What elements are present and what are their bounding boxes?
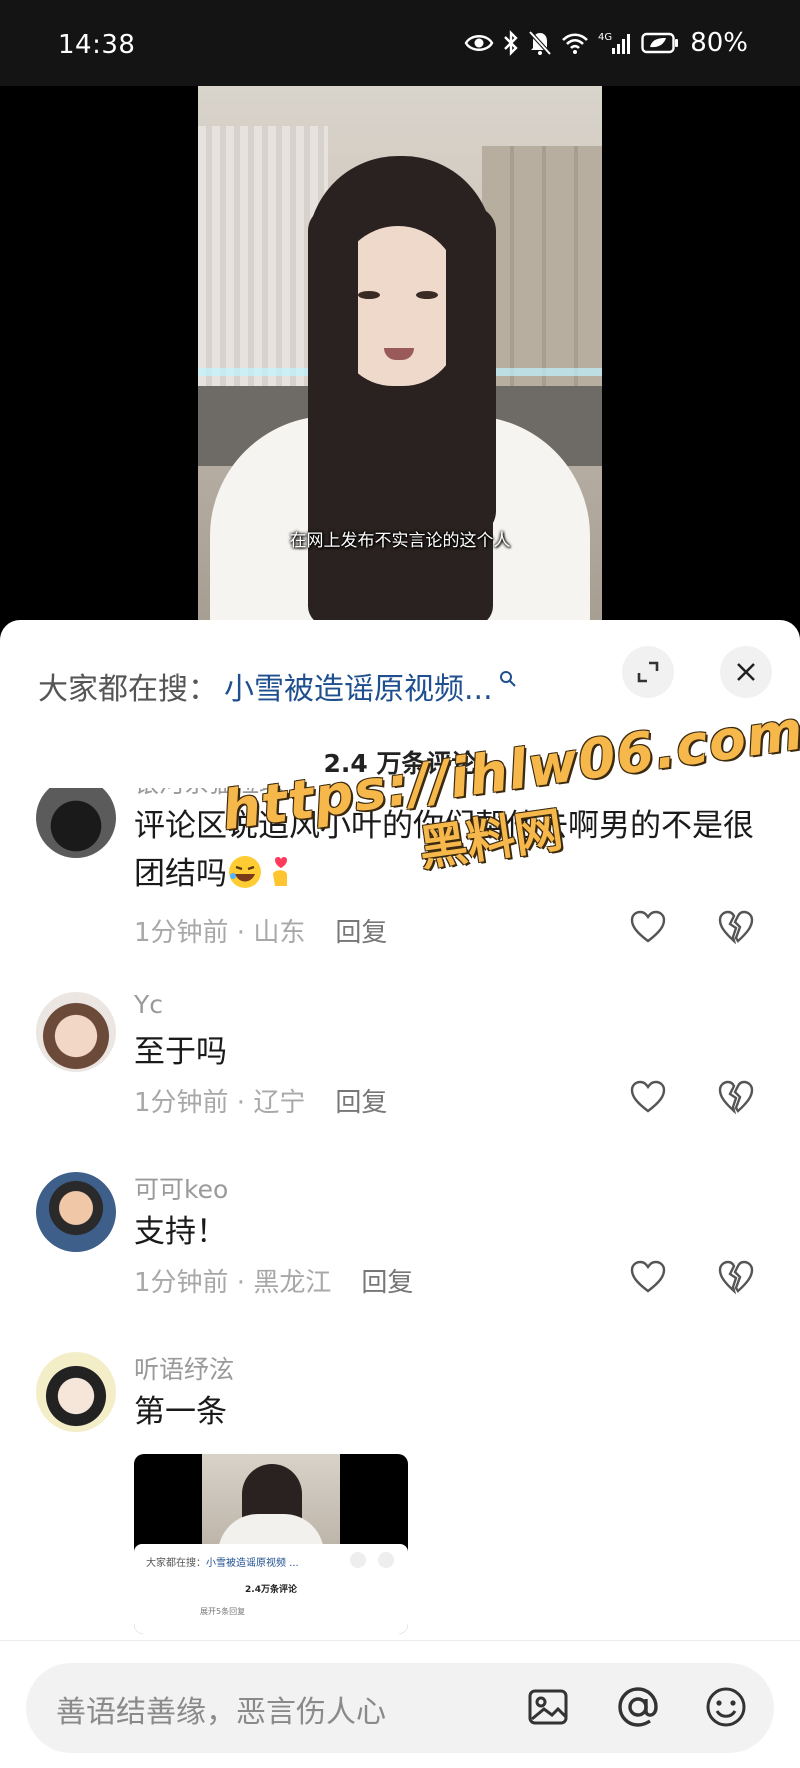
comment-text: 评论区说追风小叶的你们帮他去啊男的不是很团结吗 <box>134 802 754 898</box>
at-icon[interactable] <box>616 1685 660 1729</box>
comment-username[interactable]: Yc <box>134 990 163 1019</box>
video-player[interactable]: 在网上发布不实言论的这个人 <box>0 86 800 626</box>
comment-image-search: 大家都在搜：小雪被造谣原视频 ... <box>146 1554 299 1569</box>
comment-time: 1分钟前 <box>134 918 229 948</box>
heart-icon[interactable] <box>630 1260 666 1294</box>
comment-meta: 1分钟前 · 黑龙江 回复 <box>134 1268 414 1298</box>
comment-input-bar: 善语结善缘，恶言伤人心 <box>0 1640 800 1768</box>
heart-icon[interactable] <box>630 910 666 944</box>
reply-button[interactable]: 回复 <box>335 918 387 948</box>
comment-item: Yc 至于吗 1分钟前 · 辽宁 回复 <box>0 968 800 1128</box>
comment-item: 可可keo 支持！ 1分钟前 · 黑龙江 回复 <box>0 1148 800 1308</box>
trending-search-link[interactable]: 小雪被造谣原视频... <box>224 664 493 708</box>
comment-image-expand: 展开5条回复 <box>200 1607 246 1616</box>
battery-icon <box>641 32 679 54</box>
emoji-icon[interactable] <box>704 1685 748 1729</box>
signal-icon: 4G <box>598 32 631 54</box>
reply-button[interactable]: 回复 <box>335 1088 387 1118</box>
wifi-icon <box>562 33 589 54</box>
expand-icon <box>637 661 659 683</box>
comment-text: 支持！ <box>134 1214 227 1250</box>
battery-percent: 80% <box>690 28 748 58</box>
comment-item: 银河系猫拉球 评论区说追风小叶的你们帮他去啊男的不是很团结吗 1分钟前 · 山东… <box>0 788 800 958</box>
avatar[interactable] <box>36 1352 116 1432</box>
comment-text: 至于吗 <box>134 1034 227 1070</box>
expand-button[interactable] <box>622 646 674 698</box>
avatar[interactable] <box>36 788 116 858</box>
finger-heart-emoji-icon <box>273 857 287 886</box>
status-bar: 14:38 4G 80% <box>0 0 800 86</box>
heart-icon[interactable] <box>630 1080 666 1114</box>
comment-image-search-query: 小雪被造谣原视频 ... <box>206 1558 299 1569</box>
avatar[interactable] <box>36 1172 116 1252</box>
video-person-hair-left <box>308 206 358 626</box>
comment-time: 1分钟前 <box>134 1268 229 1298</box>
comment-count: 2.4 万条评论 <box>323 749 477 778</box>
comment-username[interactable]: 可可keo <box>134 1170 228 1206</box>
eye-icon <box>464 35 494 51</box>
comment-image[interactable]: 大家都在搜：小雪被造谣原视频 ... 2.4万条评论 展开5条回复 <box>134 1454 408 1634</box>
svg-text:4G: 4G <box>598 32 612 43</box>
video-subtitle: 在网上发布不实言论的这个人 <box>289 531 511 551</box>
broken-heart-icon[interactable] <box>718 1260 754 1294</box>
comment-username[interactable]: 银河系猫拉球 <box>134 788 284 800</box>
comment-time: 1分钟前 <box>134 1088 229 1118</box>
image-icon[interactable] <box>526 1685 570 1729</box>
comment-location: 黑龙江 <box>253 1268 332 1298</box>
video-person-eye <box>416 291 438 299</box>
status-icons: 4G 80% <box>464 28 748 58</box>
close-icon <box>737 663 755 681</box>
comment-location: 辽宁 <box>253 1088 306 1118</box>
broken-heart-icon[interactable] <box>718 910 754 944</box>
comment-sheet: 大家都在搜： 小雪被造谣原视频... 2.4 万条评论 银河系猫拉球 评论区说追… <box>0 620 800 1768</box>
comment-image-sheet: 大家都在搜：小雪被造谣原视频 ... 2.4万条评论 展开5条回复 <box>134 1544 408 1634</box>
trending-search[interactable]: 大家都在搜： 小雪被造谣原视频... <box>38 656 517 716</box>
broken-heart-icon[interactable] <box>718 1080 754 1114</box>
comment-image-video <box>202 1454 340 1554</box>
comment-location: 山东 <box>253 918 306 948</box>
comment-item: 听语纾泫 第一条 大家都在搜：小雪被造谣原视频 ... 2.4万条评论 展开5条… <box>0 1328 800 1668</box>
status-time: 14:38 <box>58 30 136 60</box>
video-frame: 在网上发布不实言论的这个人 <box>198 86 602 626</box>
comment-input[interactable]: 善语结善缘，恶言伤人心 <box>26 1663 774 1753</box>
search-icon <box>499 671 516 687</box>
video-person-hair-right <box>446 206 496 536</box>
comment-meta: 1分钟前 · 辽宁 回复 <box>134 1088 388 1118</box>
mute-icon <box>528 30 552 56</box>
comment-image-search-label: 大家都在搜： <box>146 1558 206 1569</box>
comment-image-expand-icon <box>350 1552 366 1568</box>
bluetooth-icon <box>504 30 518 56</box>
video-person-eye <box>358 291 380 299</box>
reply-button[interactable]: 回复 <box>361 1268 413 1298</box>
comment-list[interactable]: 银河系猫拉球 评论区说追风小叶的你们帮他去啊男的不是很团结吗 1分钟前 · 山东… <box>0 788 800 1668</box>
comment-input-placeholder: 善语结善缘，恶言伤人心 <box>56 1695 386 1730</box>
avatar[interactable] <box>36 992 116 1072</box>
close-button[interactable] <box>720 646 772 698</box>
trending-search-label: 大家都在搜： <box>38 672 218 707</box>
comment-image-close-icon <box>378 1552 394 1568</box>
laughing-rolling-emoji-icon <box>229 856 261 888</box>
comment-username[interactable]: 听语纾泫 <box>134 1350 234 1386</box>
comment-meta: 1分钟前 · 山东 回复 <box>134 918 388 948</box>
comment-image-count: 2.4万条评论 <box>245 1585 297 1595</box>
comment-text: 第一条 <box>134 1394 227 1430</box>
